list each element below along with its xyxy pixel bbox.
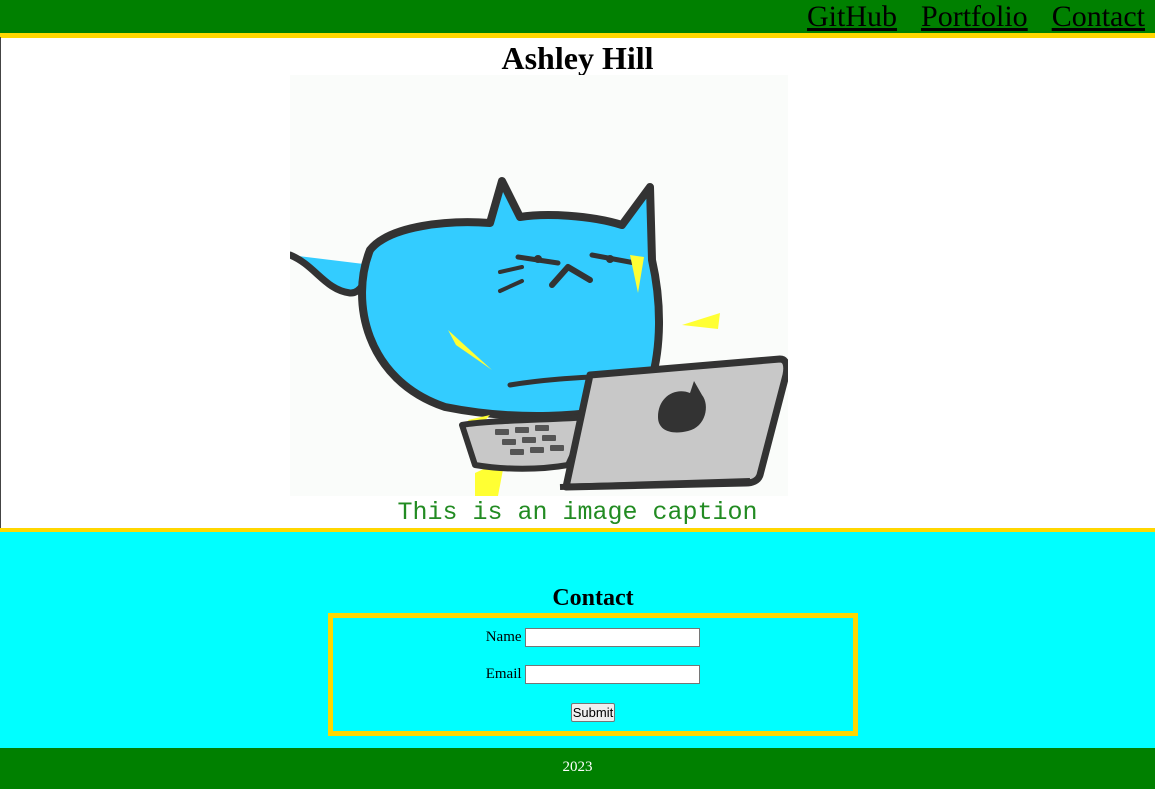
submit-button[interactable]: Submit <box>570 703 616 722</box>
contact-heading: Contact <box>552 585 634 611</box>
hero-section: Ashley Hill This is an image caption <box>0 38 1155 528</box>
nav-links: GitHub Portfolio Contact <box>807 0 1145 33</box>
nav-link-contact[interactable]: Contact <box>1052 0 1145 33</box>
page-title: Ashley Hill <box>501 40 654 76</box>
nav-link-portfolio[interactable]: Portfolio <box>921 0 1028 33</box>
contact-form: Name Email Submit <box>328 613 858 736</box>
top-nav: GitHub Portfolio Contact <box>0 0 1155 38</box>
image-caption: This is an image caption <box>397 498 758 527</box>
footer-year: 2023 <box>562 759 593 775</box>
cat-laptop-image <box>286 75 791 496</box>
name-input[interactable] <box>525 628 701 647</box>
email-input[interactable] <box>525 665 701 684</box>
name-row: Name <box>333 628 853 647</box>
nav-link-github[interactable]: GitHub <box>807 0 897 33</box>
name-label: Name <box>485 629 522 645</box>
footer: 2023 <box>0 748 1155 789</box>
email-row: Email <box>333 665 853 684</box>
contact-section: Contact Name Email Submit <box>0 528 1155 748</box>
email-label: Email <box>485 666 522 682</box>
submit-row: Submit <box>333 703 853 722</box>
cat-laptop-illustration <box>286 177 791 496</box>
